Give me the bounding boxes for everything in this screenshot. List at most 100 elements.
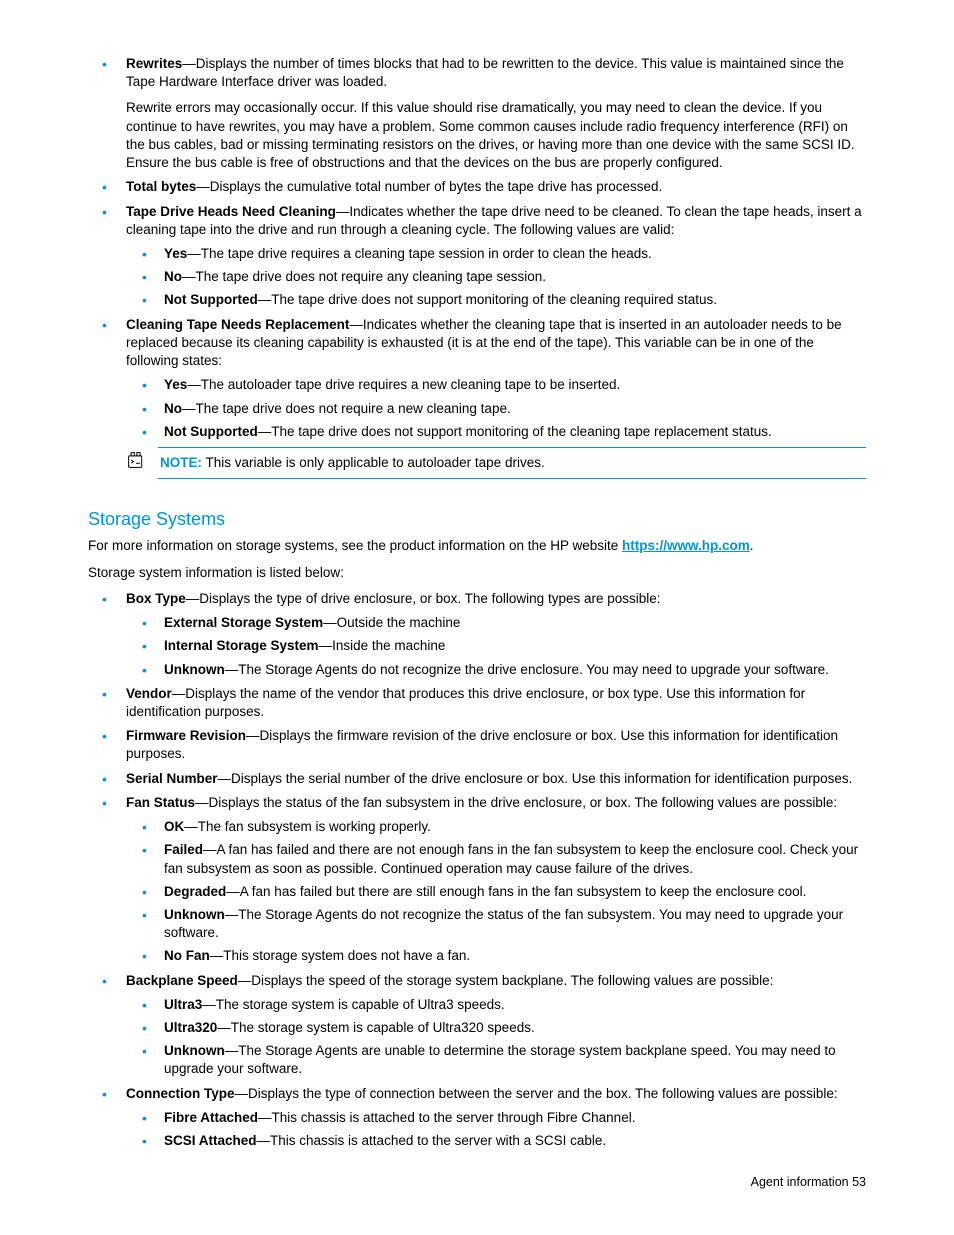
sub-list: Ultra3—The storage system is capable of … xyxy=(126,996,866,1079)
definition: —Displays the name of the vendor that pr… xyxy=(126,686,805,719)
sub-list-item: No—The tape drive does not require any c… xyxy=(142,268,866,286)
note-icon xyxy=(126,451,146,469)
sub-definition: —The storage system is capable of Ultra3… xyxy=(217,1020,534,1035)
sub-list: Fibre Attached —This chassis is attached … xyxy=(126,1109,866,1150)
list-item: Box Type—Displays the type of drive encl… xyxy=(102,590,866,679)
sub-definition: —The Storage Agents do not recognize the… xyxy=(225,662,829,677)
sub-definition: —The tape drive does not support monitor… xyxy=(258,424,772,439)
sub-list-item: Internal Storage System—Inside the machi… xyxy=(142,637,866,655)
sub-term: Unknown xyxy=(164,907,225,922)
sub-term: Unknown xyxy=(164,1043,225,1058)
sub-term: Not Supported xyxy=(164,292,258,307)
definition: —Displays the number of times blocks tha… xyxy=(126,56,844,89)
definition: —Displays the cumulative total number of… xyxy=(196,179,662,194)
sub-list: Yes—The autoloader tape drive requires a… xyxy=(126,376,866,441)
sub-definition: —The tape drive does not require any cle… xyxy=(182,269,546,284)
definition-list-storage: Box Type—Displays the type of drive encl… xyxy=(88,590,866,1150)
sub-definition: —This chassis is attached to the server … xyxy=(257,1133,607,1148)
sub-definition: —A fan has failed and there are not enou… xyxy=(164,842,858,875)
sub-list-item: Not Supported—The tape drive does not su… xyxy=(142,291,866,309)
intro-text: For more information on storage systems,… xyxy=(88,538,622,553)
list-item: Cleaning Tape Needs Replacement—Indicate… xyxy=(102,316,866,441)
sub-list-item: OK—The fan subsystem is working properly… xyxy=(142,818,866,836)
note-callout: NOTE: This variable is only applicable t… xyxy=(126,447,866,479)
sub-list: OK—The fan subsystem is working properly… xyxy=(126,818,866,966)
sub-list: External Storage System—Outside the mach… xyxy=(126,614,866,679)
term: Serial Number xyxy=(126,771,218,786)
term: Rewrites xyxy=(126,56,182,71)
definition: —Displays the serial number of the drive… xyxy=(218,771,853,786)
sub-definition: —The Storage Agents are unable to determ… xyxy=(164,1043,836,1076)
sub-list-item: External Storage System—Outside the mach… xyxy=(142,614,866,632)
term: Cleaning Tape Needs Replacement xyxy=(126,317,349,332)
sub-term: Yes xyxy=(164,246,187,261)
sub-term: Ultra3 xyxy=(164,997,202,1012)
sub-list-item: Yes—The tape drive requires a cleaning t… xyxy=(142,245,866,263)
sub-term: External Storage System xyxy=(164,615,323,630)
sub-list-item: Ultra3—The storage system is capable of … xyxy=(142,996,866,1014)
sub-list-item: Not Supported—The tape drive does not su… xyxy=(142,423,866,441)
term: Connection Type xyxy=(126,1086,235,1101)
sub-list-item: SCSI Attached—This chassis is attached t… xyxy=(142,1132,866,1150)
sub-term: Failed xyxy=(164,842,203,857)
storage-intro-1: For more information on storage systems,… xyxy=(88,537,866,555)
sub-list-item: Failed—A fan has failed and there are no… xyxy=(142,841,866,877)
sub-list: Yes—The tape drive requires a cleaning t… xyxy=(126,245,866,310)
sub-term: Internal Storage System xyxy=(164,638,319,653)
sub-definition: —The tape drive does not require a new c… xyxy=(182,401,511,416)
list-item: Vendor—Displays the name of the vendor t… xyxy=(102,685,866,721)
sub-term: No Fan xyxy=(164,948,210,963)
sub-definition: —A fan has failed but there are still en… xyxy=(226,884,806,899)
sub-term: Not Supported xyxy=(164,424,258,439)
sub-definition: —The tape drive requires a cleaning tape… xyxy=(187,246,652,261)
term: Vendor xyxy=(126,686,172,701)
note-text: This variable is only applicable to auto… xyxy=(202,455,545,470)
term: Box Type xyxy=(126,591,186,606)
sub-definition: —The Storage Agents do not recognize the… xyxy=(164,907,843,940)
list-item: Serial Number—Displays the serial number… xyxy=(102,770,866,788)
list-item: Fan Status—Displays the status of the fa… xyxy=(102,794,866,966)
sub-definition: —Outside the machine xyxy=(323,615,460,630)
sub-list-item: Unknown—The Storage Agents do not recogn… xyxy=(142,661,866,679)
sub-list-item: Yes—The autoloader tape drive requires a… xyxy=(142,376,866,394)
sub-term: Yes xyxy=(164,377,187,392)
sub-list-item: Degraded—A fan has failed but there are … xyxy=(142,883,866,901)
definition-list-tape: Rewrites—Displays the number of times bl… xyxy=(88,55,866,441)
list-item: Total bytes—Displays the cumulative tota… xyxy=(102,178,866,196)
definition: —Displays the type of connection between… xyxy=(235,1086,838,1101)
term: Total bytes xyxy=(126,179,196,194)
sub-term: No xyxy=(164,269,182,284)
sub-list-item: Unknown—The Storage Agents do not recogn… xyxy=(142,906,866,942)
section-heading-storage: Storage Systems xyxy=(88,507,866,531)
sub-definition: —Inside the machine xyxy=(319,638,446,653)
sub-list-item: No—The tape drive does not require a new… xyxy=(142,400,866,418)
term: Fan Status xyxy=(126,795,195,810)
sub-definition: —The tape drive does not support monitor… xyxy=(258,292,717,307)
sub-list-item: Ultra320—The storage system is capable o… xyxy=(142,1019,866,1037)
sub-list-item: Fibre Attached—This chassis is attached … xyxy=(142,1109,866,1127)
list-item: Connection Type—Displays the type of con… xyxy=(102,1085,866,1151)
definition: —Displays the status of the fan subsyste… xyxy=(195,795,837,810)
list-item: Tape Drive Heads Need Cleaning—Indicates… xyxy=(102,203,866,310)
sub-definition: —This storage system does not have a fan… xyxy=(210,948,470,963)
list-item: Rewrites—Displays the number of times bl… xyxy=(102,55,866,172)
definition: —Displays the type of drive enclosure, o… xyxy=(186,591,661,606)
sub-term: OK xyxy=(164,819,184,834)
list-item: Firmware Revision—Displays the firmware … xyxy=(102,727,866,763)
hp-website-link[interactable]: https://www.hp.com xyxy=(622,538,750,553)
note-label: NOTE: xyxy=(160,455,202,470)
term: Firmware Revision xyxy=(126,728,246,743)
sub-list-item: Unknown—The Storage Agents are unable to… xyxy=(142,1042,866,1078)
sub-term: Unknown xyxy=(164,662,225,677)
sub-list-item: No Fan—This storage system does not have… xyxy=(142,947,866,965)
sub-definition: —The autoloader tape drive requires a ne… xyxy=(187,377,620,392)
sub-term: Fibre Attached xyxy=(164,1110,258,1125)
sub-term: No xyxy=(164,401,182,416)
page-footer: Agent information 53 xyxy=(88,1174,866,1191)
sub-definition: —The storage system is capable of Ultra3… xyxy=(202,997,504,1012)
sub-term: Degraded xyxy=(164,884,226,899)
intro-tail: . xyxy=(750,538,754,553)
sub-definition: —The fan subsystem is working properly. xyxy=(184,819,431,834)
sub-term: Ultra320 xyxy=(164,1020,217,1035)
followup-paragraph: Rewrite errors may occasionally occur. I… xyxy=(126,99,866,172)
